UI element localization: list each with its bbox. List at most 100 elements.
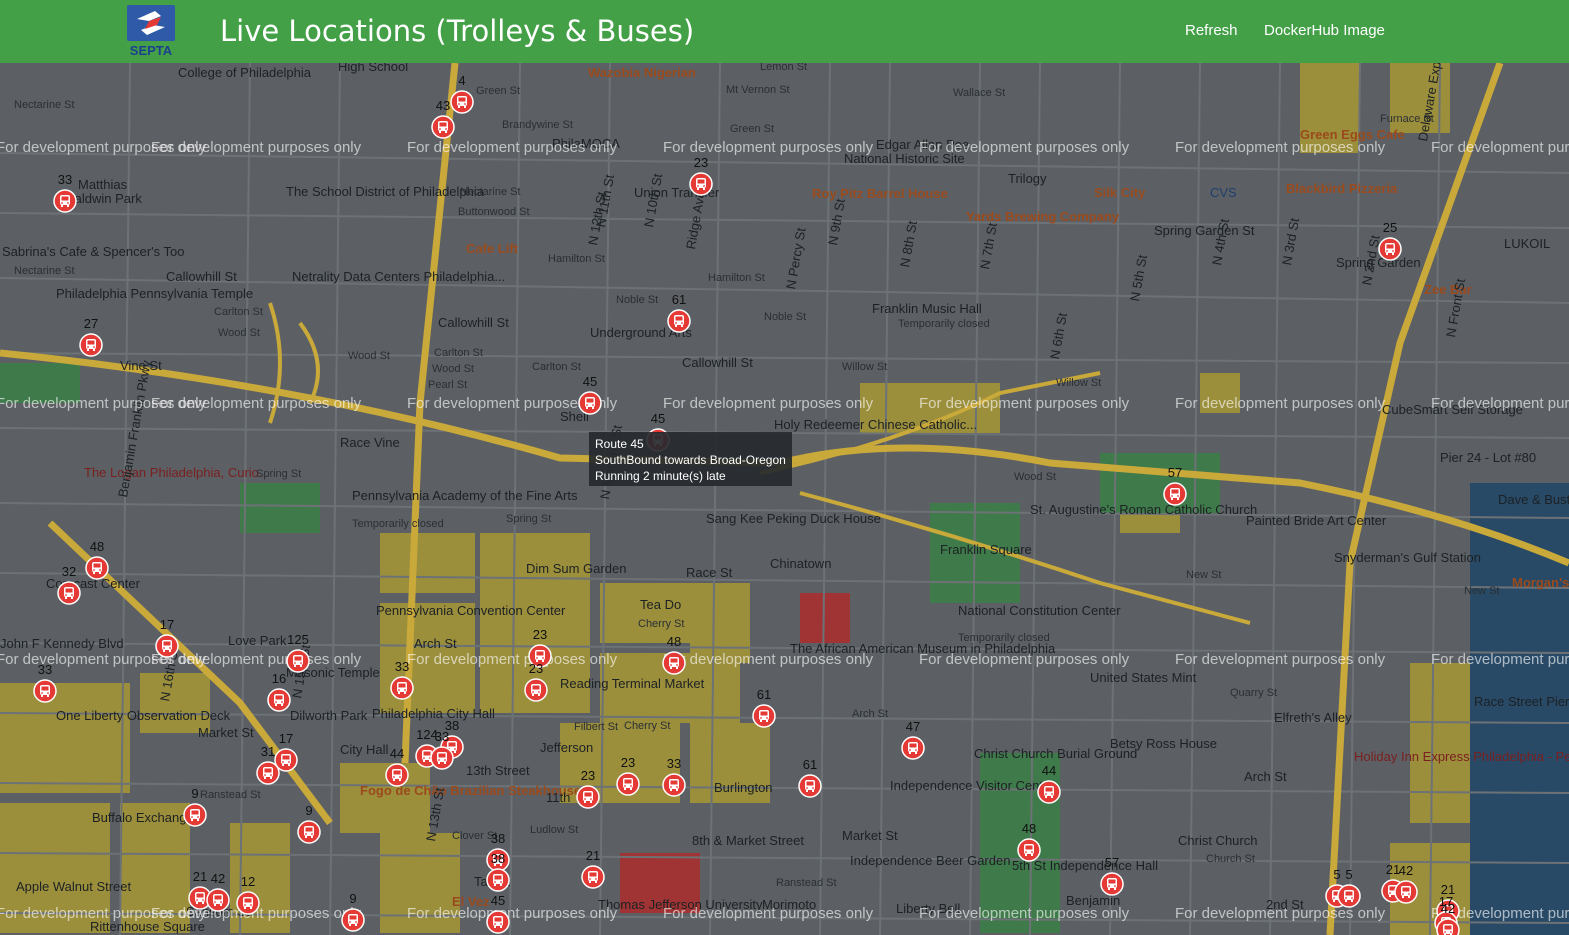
bus-marker[interactable]: 61 [798, 757, 822, 798]
map-label: Brandywine St [502, 119, 573, 131]
route-number: 16 [271, 671, 287, 686]
bus-marker[interactable]: 16 [267, 671, 291, 712]
map-label: Race Street Pier [1474, 694, 1569, 709]
route-number: 23 [528, 661, 544, 676]
map-label: Cafe Lift [466, 241, 518, 256]
map-label: Independence Visitor Center [890, 778, 1055, 793]
watermark-text: For development purposes only [1431, 651, 1569, 668]
bus-icon [486, 910, 510, 934]
bus-marker[interactable]: 42 [1436, 901, 1460, 935]
map-label: Wood St [218, 327, 260, 339]
bus-marker[interactable]: 47 [901, 719, 925, 760]
bus-marker[interactable]: 33 [430, 729, 454, 770]
map-label: United States Mint [1090, 670, 1197, 685]
map-label: Sabrina's Cafe & Spencer's Too [2, 244, 185, 259]
map-label: Arch St [1244, 769, 1287, 784]
map-label: Lemon St [760, 63, 808, 73]
map-label: Spring St [256, 468, 302, 480]
bus-marker[interactable]: 57 [1100, 855, 1124, 896]
bus-marker[interactable]: 9 [183, 786, 207, 827]
route-number: 57 [1167, 465, 1183, 480]
map-label: John F Kennedy Blvd [0, 636, 124, 651]
map-label: Willow St [1056, 377, 1102, 389]
bus-marker[interactable]: 33 [662, 756, 686, 797]
map-label: Hamilton St [708, 272, 765, 284]
bus-icon [183, 803, 207, 827]
watermark-text: For development purposes only [151, 139, 362, 156]
bus-marker[interactable]: 25 [1378, 220, 1402, 261]
map-label: Tea Do [640, 597, 682, 612]
bus-marker[interactable]: 61 [752, 687, 776, 728]
bus-marker[interactable]: 27 [79, 316, 103, 357]
bus-marker[interactable]: 23 [689, 155, 713, 196]
bus-marker[interactable]: 12 [236, 874, 260, 915]
map-label: College of Philadelphia [178, 65, 311, 80]
bus-marker[interactable]: 9 [341, 891, 365, 932]
map-label: Reading Terminal Market [560, 676, 705, 691]
refresh-link[interactable]: Refresh [1185, 22, 1238, 39]
bus-icon [1017, 838, 1041, 862]
route-number: 33 [57, 172, 73, 187]
bus-marker[interactable]: 32 [57, 564, 81, 605]
watermark-text: For development purposes only [407, 139, 618, 156]
bus-marker[interactable]: 21 [581, 848, 605, 889]
map-label: Cherry St [624, 720, 671, 732]
bus-marker[interactable]: 44 [1037, 763, 1061, 804]
bus-marker[interactable]: 45 [486, 893, 510, 934]
bus-icon [1337, 884, 1361, 908]
map-label: Noble St [764, 311, 807, 323]
bus-marker[interactable]: 44 [385, 746, 409, 787]
bus-marker[interactable]: 17 [155, 617, 179, 658]
bus-marker[interactable]: 61 [667, 292, 691, 333]
bus-marker[interactable]: 48 [662, 634, 686, 675]
bus-marker[interactable]: 33 [33, 662, 57, 703]
route-number: 5 [1345, 867, 1353, 882]
route-number: 31 [260, 744, 276, 759]
map-label: Green St [476, 85, 521, 97]
bus-marker[interactable]: 9 [297, 803, 321, 844]
bus-marker[interactable]: 23 [524, 661, 548, 702]
map-label: Independence Beer Garden [850, 853, 1011, 868]
bus-marker[interactable]: 45 [578, 374, 602, 415]
bus-marker[interactable]: 31 [256, 744, 280, 785]
bus-marker[interactable]: 42 [206, 871, 230, 912]
route-number: 33 [666, 756, 682, 771]
bus-icon [341, 908, 365, 932]
bus-icon [486, 868, 510, 892]
bus-marker[interactable]: 23 [616, 755, 640, 796]
map-canvas[interactable]: High School College of Philadelphia Wazobi… [0, 63, 1569, 935]
bus-marker[interactable]: 38 [486, 851, 510, 892]
bus-marker[interactable]: 5 [1337, 867, 1361, 908]
bus-marker[interactable]: 125 [286, 632, 310, 673]
map-label: Pennsylvania Academy of the Fine Arts [352, 488, 578, 503]
bus-icon [1100, 872, 1124, 896]
tooltip-direction: SouthBound towards Broad-Oregon [595, 453, 786, 467]
route-number: 25 [1382, 220, 1398, 235]
dockerhub-image-link[interactable]: DockerHub Image [1264, 22, 1385, 39]
septa-logo-text: SEPTA [129, 43, 173, 58]
watermark-text: For development purposes only [1431, 139, 1569, 156]
map-label: The School District of Philadelphia [286, 184, 484, 199]
route-number: 33 [37, 662, 53, 677]
watermark-text: For development purposes only [919, 395, 1130, 412]
map-label: Holiday Inn Express Philadelphia - Penns… [1354, 749, 1569, 764]
map-label: Arch St [414, 636, 457, 651]
route-number: 38 [490, 831, 506, 846]
map-label: Franklin Music Hall [872, 301, 982, 316]
map-label: Sang Kee Peking Duck House [706, 511, 881, 526]
bus-marker[interactable]: 33 [53, 172, 77, 213]
route-number: 33 [434, 729, 450, 744]
bus-marker[interactable]: 23 [576, 768, 600, 809]
bus-marker[interactable]: 48 [1017, 821, 1041, 862]
map-label: Pearl St [428, 379, 468, 391]
bus-marker[interactable]: 42 [1394, 863, 1418, 904]
map-label: Elfreth's Alley [1274, 710, 1352, 725]
bus-icon [33, 679, 57, 703]
watermark-text: For development purposes only [1175, 651, 1386, 668]
map-label: Wood St [348, 350, 390, 362]
bus-marker[interactable]: 43 [431, 98, 455, 139]
map-label: Carlton St [434, 347, 483, 359]
route-number: 48 [1021, 821, 1037, 836]
bus-marker[interactable]: 33 [390, 659, 414, 700]
bus-marker[interactable]: 57 [1163, 465, 1187, 506]
